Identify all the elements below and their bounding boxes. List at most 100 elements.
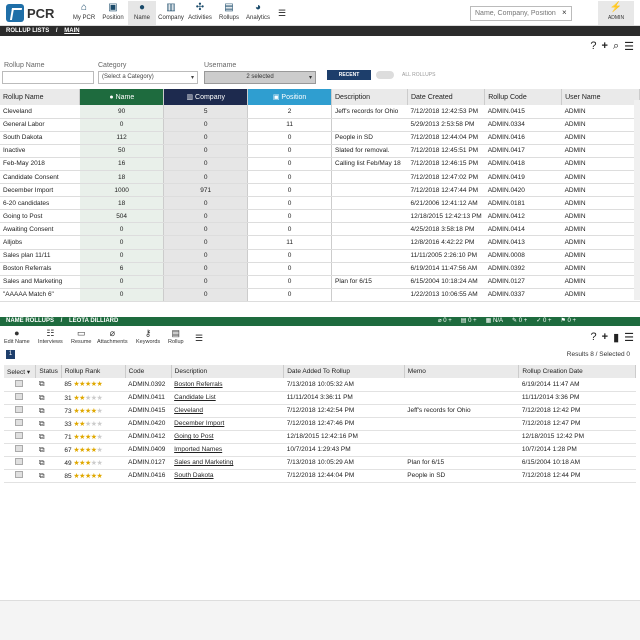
table-row[interactable]: Cleveland 90 5 2 Jeff's records for Ohio 7/12… [0,105,640,119]
select-cell[interactable] [4,443,36,457]
nav-my-pcr[interactable]: ⌂ My PCR [70,1,98,25]
table-row[interactable]: General Labor 0 0 11 5/29/2013 2:53:58 PM ADM… [0,118,640,132]
row-checkbox[interactable] [15,471,23,478]
nav-rollups[interactable]: ▤ Rollups [215,1,243,25]
table-row[interactable]: ⧉ 49 ★★★★★ ADMIN.0127 Sales and Marketing 7/… [4,456,636,470]
col-name[interactable]: ● Name [79,89,165,105]
nav-analytics[interactable]: ◕ Analytics [244,1,272,25]
keywords-button[interactable]: ⚷ Keywords [136,328,160,348]
col-select[interactable]: Select ▾ [4,365,37,378]
table-row[interactable]: ⧉ 71 ★★★★★ ADMIN.0412 Going to Post 12/18/20… [4,430,636,444]
table-row[interactable]: Boston Referrals 6 0 0 6/19/2014 11:47:56 AM… [0,262,640,276]
username-select[interactable]: 2 selected ▾ [204,71,316,84]
edit-name-button[interactable]: ● Edit Name [4,328,30,348]
page-1-button[interactable]: 1 [6,350,15,359]
col-creation-date[interactable]: Rollup Creation Date [518,365,636,378]
rollup-link[interactable]: Sales and Marketing [174,459,233,466]
rollups-toggle[interactable] [376,71,394,79]
select-cell[interactable] [4,430,36,444]
edit-badge[interactable]: ✎ 0 + [512,317,527,326]
rollup-button[interactable]: ▤ Rollup [168,328,184,348]
select-cell[interactable] [4,456,36,470]
row-checkbox[interactable] [15,458,23,465]
select-cell[interactable] [4,378,36,392]
row-checkbox[interactable] [15,445,23,452]
rollup-link[interactable]: Boston Referrals [174,381,222,388]
table-row[interactable]: Inactive 50 0 0 Slated for removal. 7/12/2018… [0,144,640,158]
user-menu[interactable]: ⚡ ADMIN [598,1,634,25]
description-cell[interactable]: Candidate List [171,391,284,405]
row-checkbox[interactable] [15,393,23,400]
clear-search-icon[interactable]: × [562,8,567,17]
table-row[interactable]: Going to Post 504 0 0 12/18/2015 12:42:13 PM… [0,209,640,224]
help-icon[interactable]: ? [591,331,597,344]
table-row[interactable]: South Dakota 112 0 0 People in SD 7/12/2018 1… [0,131,640,145]
menu-icon[interactable]: ☰ [195,333,203,344]
col-status[interactable]: Status [35,365,62,378]
col-description[interactable]: Description [171,365,285,378]
table-row[interactable]: Alljobs 0 0 11 12/8/2016 4:42:22 PM ADMIN.041… [0,235,640,250]
rollup-link[interactable]: Imported Names [174,446,222,453]
table-row[interactable]: ⧉ 85 ★★★★★ ADMIN.0392 Boston Referrals 7/13/… [4,378,636,392]
recent-rollups-button[interactable]: RECENT ROLLUPS [327,70,371,88]
description-cell[interactable]: December Import [171,417,284,431]
table-row[interactable]: December Import 1000 971 0 7/12/2018 12:47:4… [0,183,640,198]
col-rollup-rank[interactable]: Rollup Rank [61,365,126,378]
table-row[interactable]: ⧉ 85 ★★★★★ ADMIN.0416 South Dakota 7/12/2018… [4,469,636,483]
select-cell[interactable] [4,391,36,405]
table-scrollbar[interactable] [634,100,640,300]
check-badge[interactable]: ✓ 0 + [536,317,551,326]
table-row[interactable]: ⧉ 31 ★★★★★ ADMIN.0411 Candidate List 11/11/2… [4,391,636,405]
row-checkbox[interactable] [15,406,23,413]
col-description[interactable]: Description [331,89,408,105]
status-cell[interactable]: ⧉ [35,430,62,444]
nav-name[interactable]: ● Name [128,1,156,25]
description-cell[interactable]: South Dakota [171,469,284,483]
description-cell[interactable]: Cleveland [171,404,284,418]
open-external-icon[interactable]: ⧉ [39,471,45,480]
pcr-logo[interactable]: PCR [6,4,54,22]
select-cell[interactable] [4,404,36,418]
col-position[interactable]: ▣ Position [247,89,332,105]
list-menu-icon[interactable]: ☰ [624,331,634,344]
col-memo[interactable]: Memo [404,365,520,378]
add-icon[interactable]: + [602,40,608,53]
col-rollup-name[interactable]: Rollup Name [0,89,81,105]
nav-position[interactable]: ▣ Position [99,1,127,25]
table-row[interactable]: ⧉ 33 ★★★★★ ADMIN.0420 December Import 7/12/2… [4,417,636,431]
nav-menu-icon[interactable]: ☰ [278,8,286,19]
table-row[interactable]: Awaiting Consent 0 0 0 4/25/2018 3:58:18 PM A… [0,222,640,237]
row-checkbox[interactable] [15,432,23,439]
interviews-button[interactable]: ☷ Interviews [38,328,63,348]
global-search-input[interactable] [470,6,572,21]
rollup-badge[interactable]: ▤ 0 + [461,317,477,326]
status-cell[interactable]: ⧉ [35,417,62,431]
nav-activities[interactable]: ✣ Activities [186,1,214,25]
description-cell[interactable]: Going to Post [171,430,284,444]
table-row[interactable]: Sales and Marketing 0 0 0 Plan for 6/15 6/15/… [0,275,640,289]
table-row[interactable]: Feb-May 2018 16 0 0 Calling list Feb/May 18 7… [0,157,640,171]
search-icon[interactable]: ⌕ [613,40,619,53]
table-row[interactable]: ⧉ 73 ★★★★★ ADMIN.0415 Cleveland 7/12/2018 12… [4,404,636,418]
col-user-name[interactable]: User Name [561,89,640,105]
status-cell[interactable]: ⧉ [35,378,62,392]
col-company[interactable]: ▥ Company [163,89,249,105]
add-icon[interactable]: + [602,331,608,344]
open-external-icon[interactable]: ⧉ [39,458,45,467]
status-cell[interactable]: ⧉ [35,404,62,418]
select-cell[interactable] [4,469,36,483]
row-checkbox[interactable] [15,379,23,387]
all-rollups-label[interactable]: ALL ROLLUPS [402,72,435,78]
table-row[interactable]: "AAAAA Match 6" 0 0 0 1/22/2013 10:06:55 AM A… [0,288,640,302]
description-cell[interactable]: Boston Referrals [171,378,284,392]
table-row[interactable]: Sales plan 11/11 0 0 0 11/11/2005 2:26:10 PM… [0,249,640,263]
open-external-icon[interactable]: ⧉ [39,393,45,402]
list-menu-icon[interactable]: ☰ [624,40,634,53]
col-date-added[interactable]: Date Added To Rollup [283,365,405,378]
open-external-icon[interactable]: ⧉ [39,432,45,441]
status-cell[interactable]: ⧉ [35,456,62,470]
attachments-button[interactable]: ⌀ Attachments [97,328,128,348]
rollup-link[interactable]: Going to Post [174,433,213,440]
open-external-icon[interactable]: ⧉ [39,419,45,428]
row-checkbox[interactable] [15,419,23,426]
